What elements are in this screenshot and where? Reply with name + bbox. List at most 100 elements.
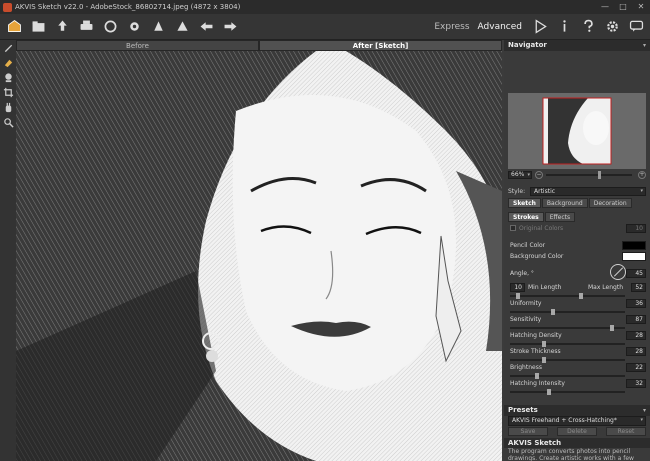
navigator-thumbnail[interactable] <box>508 93 646 169</box>
hatching-density-row: Hatching Density 28 <box>508 331 646 347</box>
close-button[interactable]: ✕ <box>632 0 650 14</box>
uniformity-label: Uniformity <box>510 300 542 307</box>
tab-background[interactable]: Background <box>541 198 588 208</box>
original-colors-checkbox[interactable] <box>510 225 516 231</box>
tab-after[interactable]: After [Sketch] <box>259 40 502 51</box>
brightness-slider[interactable] <box>510 373 625 379</box>
sub-tabs: Strokes Effects <box>508 212 576 222</box>
app-logo-icon <box>3 2 12 12</box>
hatching-intensity-slider[interactable] <box>510 389 625 395</box>
undo-icon[interactable] <box>196 17 216 37</box>
maximize-button[interactable]: □ <box>614 0 632 14</box>
max-length-label: Max Length <box>588 284 624 291</box>
save-preset-button[interactable]: Save <box>508 427 548 436</box>
print-icon[interactable] <box>76 17 96 37</box>
angle-row: Angle, ° 45 <box>508 264 646 280</box>
hatching-density-label: Hatching Density <box>510 332 562 339</box>
pencil-color-label: Pencil Color <box>510 242 546 249</box>
chat-icon[interactable] <box>626 17 646 37</box>
apply-icon[interactable] <box>172 17 192 37</box>
zoom-out-button[interactable]: − <box>535 171 543 179</box>
advanced-mode-button[interactable]: Advanced <box>478 22 522 32</box>
brightness-label: Brightness <box>510 364 542 371</box>
background-color-row: Background Color <box>508 252 646 262</box>
help-icon[interactable] <box>578 17 598 37</box>
image-canvas[interactable] <box>16 51 502 461</box>
pencil-color-row: Pencil Color <box>508 241 646 251</box>
zoom-row: 66% − + <box>508 170 646 180</box>
background-color-swatch[interactable] <box>622 252 646 261</box>
angle-value[interactable]: 45 <box>626 269 646 278</box>
hatching-intensity-row: Hatching Intensity 32 <box>508 379 646 395</box>
stroke-thickness-row: Stroke Thickness 28 <box>508 347 646 363</box>
home-icon[interactable] <box>4 17 24 37</box>
minimize-button[interactable]: — <box>596 0 614 14</box>
open-icon[interactable] <box>28 17 48 37</box>
redo-icon[interactable] <box>220 17 240 37</box>
image-tabs: Before After [Sketch] <box>16 40 502 51</box>
hatching-intensity-value[interactable]: 32 <box>626 379 646 388</box>
batch-icon[interactable] <box>148 17 168 37</box>
about-text: The program converts photos into pencil … <box>504 448 650 461</box>
pencil-color-swatch[interactable] <box>622 241 646 250</box>
max-length-value[interactable]: 52 <box>631 283 646 292</box>
stroke-thickness-label: Stroke Thickness <box>510 348 561 355</box>
brightness-value[interactable]: 22 <box>626 363 646 372</box>
background-color-label: Background Color <box>510 253 564 260</box>
style-row: Style: Artistic <box>508 187 646 196</box>
save-icon[interactable] <box>52 17 72 37</box>
uniformity-value[interactable]: 36 <box>626 299 646 308</box>
angle-label: Angle, ° <box>510 270 534 277</box>
crop-icon[interactable] <box>0 85 16 100</box>
stroke-thickness-slider[interactable] <box>510 357 625 363</box>
zoom-slider[interactable] <box>546 171 632 179</box>
run-icon[interactable] <box>124 17 144 37</box>
zoom-icon[interactable] <box>0 115 16 130</box>
window-title: AKVIS Sketch v22.0 - AdobeStock_86802714… <box>15 3 241 11</box>
main-tabs: Sketch Background Decoration <box>508 198 633 208</box>
tab-strokes[interactable]: Strokes <box>508 212 544 222</box>
play-icon[interactable] <box>530 17 550 37</box>
tab-decoration[interactable]: Decoration <box>588 198 632 208</box>
main-toolbar: Express Advanced <box>0 14 650 40</box>
title-bar: AKVIS Sketch v22.0 - AdobeStock_86802714… <box>0 0 650 14</box>
presets-buttons: Save Delete Reset <box>508 427 646 436</box>
tab-before[interactable]: Before <box>16 40 259 51</box>
sensitivity-value[interactable]: 87 <box>626 315 646 324</box>
app-window: AKVIS Sketch v22.0 - AdobeStock_86802714… <box>0 0 650 461</box>
reset-preset-button[interactable]: Reset <box>606 427 646 436</box>
sensitivity-row: Sensitivity 87 <box>508 315 646 331</box>
tab-sketch[interactable]: Sketch <box>508 198 541 208</box>
min-length-value[interactable]: 10 <box>510 283 525 292</box>
angle-dial[interactable] <box>610 264 626 280</box>
uniformity-row: Uniformity 36 <box>508 299 646 315</box>
length-slider[interactable] <box>510 293 625 299</box>
eraser-icon[interactable] <box>0 55 16 70</box>
delete-preset-button[interactable]: Delete <box>557 427 597 436</box>
brightness-row: Brightness 22 <box>508 363 646 379</box>
stroke-thickness-value[interactable]: 28 <box>626 347 646 356</box>
zoom-select[interactable]: 66% <box>508 171 532 179</box>
settings-panel: Navigator▾ 66% − + Style: Artistic Sketc… <box>504 40 650 461</box>
info-icon[interactable] <box>554 17 574 37</box>
min-length-label: Min Length <box>528 284 562 291</box>
hatching-density-value[interactable]: 28 <box>626 331 646 340</box>
sensitivity-slider[interactable] <box>510 325 625 331</box>
zoom-in-button[interactable]: + <box>638 171 646 179</box>
original-colors-label: Original Colors <box>519 225 564 232</box>
express-mode-button[interactable]: Express <box>434 22 469 32</box>
hatching-density-slider[interactable] <box>510 341 625 347</box>
sketch-image <box>16 51 502 461</box>
original-colors-value[interactable]: 10 <box>626 224 646 233</box>
original-colors-row: Original Colors 10 <box>508 224 646 234</box>
brush-icon[interactable] <box>0 40 16 55</box>
uniformity-slider[interactable] <box>510 309 625 315</box>
tab-effects[interactable]: Effects <box>544 212 576 222</box>
hand-icon[interactable] <box>0 100 16 115</box>
share-icon[interactable] <box>100 17 120 37</box>
style-select[interactable]: Artistic <box>530 187 646 196</box>
stamp-icon[interactable] <box>0 70 16 85</box>
sensitivity-label: Sensitivity <box>510 316 542 323</box>
settings-icon[interactable] <box>602 17 622 37</box>
presets-select[interactable]: AKVIS Freehand + Cross-Hatching* <box>508 416 646 426</box>
